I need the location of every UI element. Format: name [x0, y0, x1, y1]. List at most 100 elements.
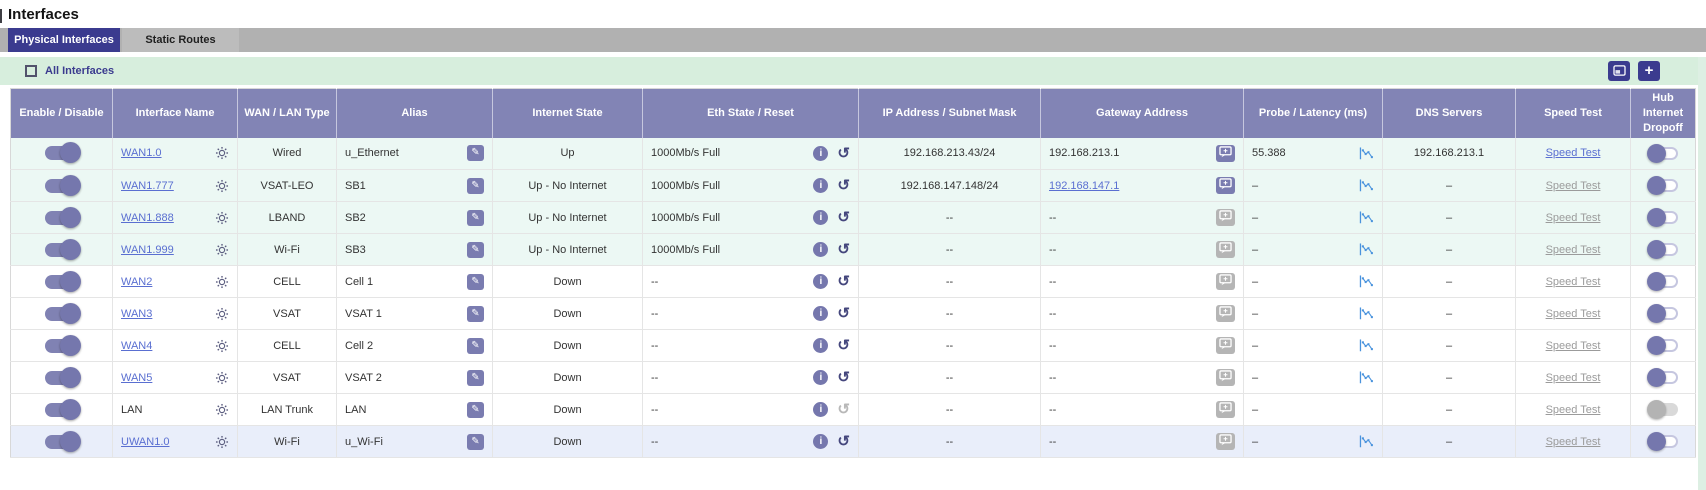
gear-icon[interactable] [215, 146, 229, 160]
ping-gateway-button[interactable] [1216, 401, 1235, 418]
info-icon[interactable]: i [813, 242, 828, 257]
ping-gateway-button[interactable] [1216, 273, 1235, 290]
all-interfaces-checkbox[interactable] [25, 65, 37, 77]
hub-dropoff-toggle[interactable] [1648, 307, 1678, 320]
ping-gateway-button[interactable] [1216, 145, 1235, 162]
speed-test-link[interactable]: Speed Test [1546, 244, 1601, 256]
edit-alias-button[interactable]: ✎ [467, 338, 484, 354]
interface-name-link[interactable]: WAN5 [121, 372, 152, 384]
reset-icon[interactable]: ↺ [837, 402, 850, 417]
info-icon[interactable]: i [813, 306, 828, 321]
latency-chart-icon[interactable] [1359, 339, 1374, 352]
enable-toggle[interactable] [45, 146, 79, 160]
speed-test-link[interactable]: Speed Test [1546, 147, 1601, 159]
latency-chart-icon[interactable] [1359, 243, 1374, 256]
hub-dropoff-toggle[interactable] [1648, 179, 1678, 192]
ping-gateway-button[interactable] [1216, 433, 1235, 450]
enable-toggle[interactable] [45, 435, 79, 449]
edit-alias-button[interactable]: ✎ [467, 434, 484, 450]
interface-name-link[interactable]: WAN3 [121, 308, 152, 320]
reset-icon[interactable]: ↺ [837, 242, 850, 257]
ping-gateway-button[interactable] [1216, 337, 1235, 354]
gear-icon[interactable] [215, 275, 229, 289]
vertical-scrollbar[interactable] [1698, 57, 1706, 490]
enable-toggle[interactable] [45, 179, 79, 193]
hub-dropoff-toggle[interactable] [1648, 147, 1678, 160]
reset-icon[interactable]: ↺ [837, 146, 850, 161]
interface-name-link[interactable]: WAN1.777 [121, 180, 174, 192]
edit-alias-button[interactable]: ✎ [467, 402, 484, 418]
latency-chart-icon[interactable] [1359, 371, 1374, 384]
interface-name-link[interactable]: UWAN1.0 [121, 436, 170, 448]
gear-icon[interactable] [215, 339, 229, 353]
gear-icon[interactable] [215, 371, 229, 385]
hub-dropoff-toggle[interactable] [1648, 339, 1678, 352]
latency-chart-icon[interactable] [1359, 307, 1374, 320]
info-icon[interactable]: i [813, 210, 828, 225]
interface-name-link[interactable]: WAN2 [121, 276, 152, 288]
gear-icon[interactable] [215, 243, 229, 257]
enable-toggle[interactable] [45, 307, 79, 321]
speed-test-link[interactable]: Speed Test [1546, 372, 1601, 384]
edit-alias-button[interactable]: ✎ [467, 242, 484, 258]
enable-toggle[interactable] [45, 211, 79, 225]
speed-test-link[interactable]: Speed Test [1546, 212, 1601, 224]
edit-alias-button[interactable]: ✎ [467, 306, 484, 322]
hub-dropoff-toggle[interactable] [1648, 403, 1678, 416]
reset-icon[interactable]: ↺ [837, 274, 850, 289]
hub-dropoff-toggle[interactable] [1648, 275, 1678, 288]
card-view-button[interactable] [1608, 61, 1630, 81]
gear-icon[interactable] [215, 179, 229, 193]
enable-toggle[interactable] [45, 371, 79, 385]
latency-chart-icon[interactable] [1359, 275, 1374, 288]
speed-test-link[interactable]: Speed Test [1546, 308, 1601, 320]
reset-icon[interactable]: ↺ [837, 306, 850, 321]
gear-icon[interactable] [215, 211, 229, 225]
latency-chart-icon[interactable] [1359, 147, 1374, 160]
reset-icon[interactable]: ↺ [837, 178, 850, 193]
enable-toggle[interactable] [45, 243, 79, 257]
add-interface-button[interactable]: + [1638, 61, 1660, 81]
hub-dropoff-toggle[interactable] [1648, 211, 1678, 224]
interface-name-link[interactable]: WAN1.0 [121, 147, 162, 159]
latency-chart-icon[interactable] [1359, 179, 1374, 192]
edit-alias-button[interactable]: ✎ [467, 370, 484, 386]
gear-icon[interactable] [215, 307, 229, 321]
speed-test-link[interactable]: Speed Test [1546, 340, 1601, 352]
latency-chart-icon[interactable] [1359, 435, 1374, 448]
enable-toggle[interactable] [45, 275, 79, 289]
reset-icon[interactable]: ↺ [837, 434, 850, 449]
interface-name-link[interactable]: LAN [121, 404, 142, 416]
edit-alias-button[interactable]: ✎ [467, 210, 484, 226]
hub-dropoff-toggle[interactable] [1648, 435, 1678, 448]
edit-alias-button[interactable]: ✎ [467, 274, 484, 290]
info-icon[interactable]: i [813, 370, 828, 385]
reset-icon[interactable]: ↺ [837, 370, 850, 385]
info-icon[interactable]: i [813, 178, 828, 193]
speed-test-link[interactable]: Speed Test [1546, 404, 1601, 416]
interface-name-link[interactable]: WAN4 [121, 340, 152, 352]
gear-icon[interactable] [215, 435, 229, 449]
info-icon[interactable]: i [813, 338, 828, 353]
ping-gateway-button[interactable] [1216, 209, 1235, 226]
reset-icon[interactable]: ↺ [837, 210, 850, 225]
ping-gateway-button[interactable] [1216, 305, 1235, 322]
info-icon[interactable]: i [813, 274, 828, 289]
info-icon[interactable]: i [813, 146, 828, 161]
enable-toggle[interactable] [45, 403, 79, 417]
hub-dropoff-toggle[interactable] [1648, 243, 1678, 256]
latency-chart-icon[interactable] [1359, 211, 1374, 224]
info-icon[interactable]: i [813, 434, 828, 449]
ping-gateway-button[interactable] [1216, 369, 1235, 386]
speed-test-link[interactable]: Speed Test [1546, 180, 1601, 192]
edit-alias-button[interactable]: ✎ [467, 178, 484, 194]
enable-toggle[interactable] [45, 339, 79, 353]
ping-gateway-button[interactable] [1216, 241, 1235, 258]
gear-icon[interactable] [215, 403, 229, 417]
tab-physical-interfaces[interactable]: Physical Interfaces [8, 28, 120, 52]
speed-test-link[interactable]: Speed Test [1546, 436, 1601, 448]
hub-dropoff-toggle[interactable] [1648, 371, 1678, 384]
interface-name-link[interactable]: WAN1.999 [121, 244, 174, 256]
ping-gateway-button[interactable] [1216, 177, 1235, 194]
speed-test-link[interactable]: Speed Test [1546, 276, 1601, 288]
